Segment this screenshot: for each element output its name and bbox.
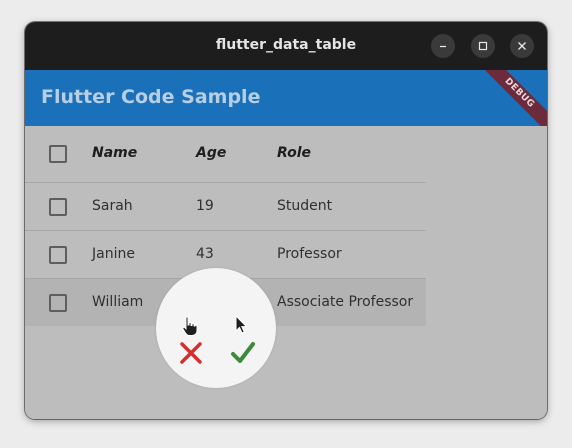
column-header-role[interactable]: Role [277,145,311,161]
row-checkbox[interactable] [49,294,67,312]
arrow-cursor-icon [235,315,248,334]
minimize-button[interactable] [431,34,455,58]
column-header-age[interactable]: Age [196,145,226,161]
cell-age: 19 [196,198,214,214]
column-header-name[interactable]: Name [92,145,137,161]
cell-role: Associate Professor [277,294,414,310]
row-checkbox[interactable] [49,198,67,216]
tap-indicator [156,268,276,388]
hand-pointer-icon [182,316,198,336]
close-icon [518,42,526,50]
cell-name: Sarah [92,198,133,214]
debug-banner: DEBUG [471,70,547,126]
app-window: flutter_data_table Flutter Code Sample D… [25,22,547,419]
table-row[interactable]: Sarah 19 Student [25,183,426,231]
select-all-checkbox[interactable] [49,145,67,163]
check-icon [231,342,255,363]
cell-name: Janine [92,246,135,262]
cell-role: Professor [277,246,342,262]
title-bar: flutter_data_table [25,22,547,70]
cell-name: William [92,294,144,310]
app-title: Flutter Code Sample [41,86,261,108]
cell-role: Student [277,198,333,214]
cell-age: 43 [196,246,214,262]
window-title: flutter_data_table [215,37,357,53]
row-checkbox[interactable] [49,246,67,264]
table-header-row: Name Age Role [25,126,426,183]
maximize-button[interactable] [471,34,495,58]
maximize-icon [478,41,488,51]
close-button[interactable] [510,34,534,58]
cross-icon [180,342,202,364]
minimize-icon [440,45,446,48]
page-content: Name Age Role Sarah 19 Student Janine 43… [25,126,547,419]
app-bar: Flutter Code Sample DEBUG [25,70,547,126]
